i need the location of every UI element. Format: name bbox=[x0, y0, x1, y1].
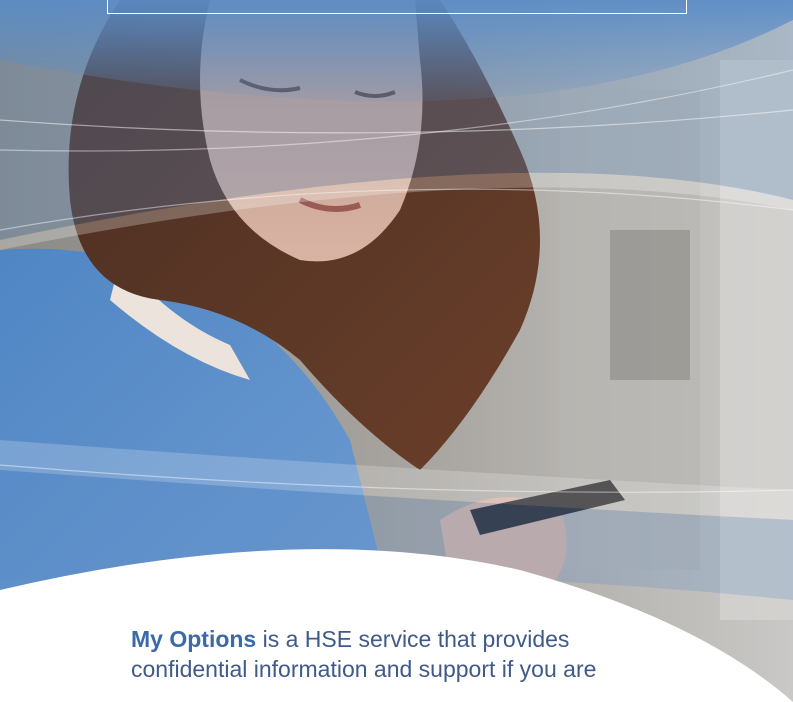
intro-line-2: confidential information and support if … bbox=[131, 656, 597, 682]
brand-name: My Options bbox=[131, 626, 257, 652]
hero-photo bbox=[0, 0, 793, 702]
intro-paragraph: My Options is a HSE service that provide… bbox=[131, 624, 771, 684]
intro-line-1-rest: is a HSE service that provides bbox=[256, 626, 570, 652]
intro-line-1: My Options is a HSE service that provide… bbox=[131, 624, 771, 654]
hero-illustration bbox=[0, 0, 793, 702]
header-frame bbox=[107, 0, 687, 14]
